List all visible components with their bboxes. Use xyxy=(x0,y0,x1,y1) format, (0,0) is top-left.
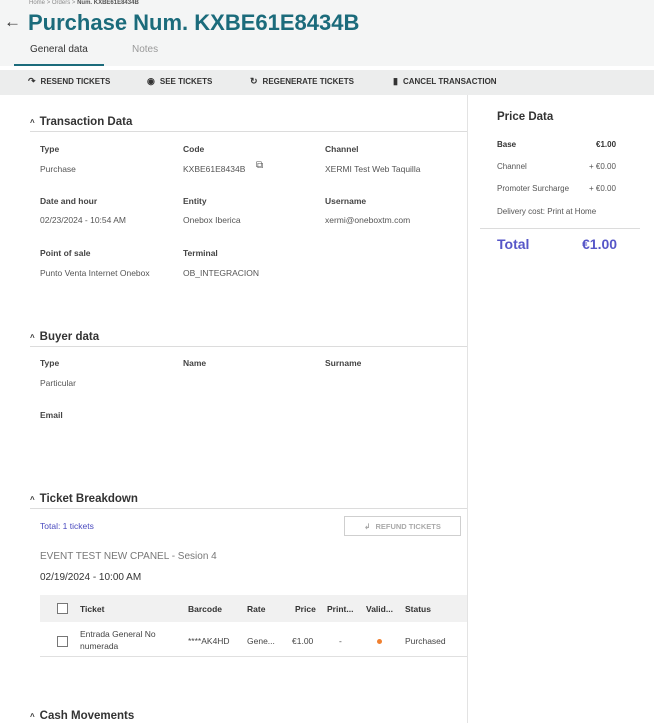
channel-price-value: + €0.00 xyxy=(589,162,616,171)
ticket-barcode: ****AK4HD xyxy=(188,636,230,646)
resend-icon: ↷ xyxy=(28,76,36,86)
column-header[interactable]: Barcode xyxy=(188,604,222,614)
tab-general-data[interactable]: General data xyxy=(30,44,88,55)
column-header[interactable]: Price xyxy=(295,604,316,614)
trash-icon: ▮ xyxy=(393,76,398,86)
entity-value: Onebox Iberica xyxy=(183,215,241,225)
active-tab-indicator xyxy=(14,64,104,66)
breadcrumb: Home > Orders > Num. KXBE61E8434B xyxy=(29,0,139,6)
divider xyxy=(30,508,467,509)
buyer-surname-label: Surname xyxy=(325,358,362,368)
type-label: Type xyxy=(40,144,60,154)
resend-tickets-label: RESEND TICKETS xyxy=(40,77,111,86)
actions-toolbar: ↷ RESEND TICKETS ◉ SEE TICKETS ↻ REGENER… xyxy=(0,70,654,95)
column-header[interactable]: Valid... xyxy=(366,604,393,614)
see-tickets-button[interactable]: ◉ SEE TICKETS xyxy=(147,76,212,87)
promoter-value: + €0.00 xyxy=(589,184,616,193)
chevron-up-icon: ^ xyxy=(30,333,35,342)
ticket-name-line2: numerada xyxy=(80,641,119,651)
breadcrumb-separator: > xyxy=(71,0,76,6)
ticket-name-line1: Entrada General No xyxy=(80,629,156,639)
transaction-data-header[interactable]: ^ Transaction Data xyxy=(30,116,132,128)
select-all-checkbox[interactable] xyxy=(57,603,68,614)
regenerate-tickets-label: REGENERATE TICKETS xyxy=(262,77,354,86)
buyer-name-label: Name xyxy=(183,358,207,368)
breadcrumb-home[interactable]: Home xyxy=(29,0,45,6)
username-label: Username xyxy=(325,196,367,206)
code-value: KXBE61E8434B xyxy=(183,164,246,174)
chevron-up-icon: ^ xyxy=(30,118,35,127)
breadcrumb-separator: > xyxy=(46,0,51,6)
terminal-label: Terminal xyxy=(183,248,218,258)
divider xyxy=(480,228,640,229)
delivery-cost: Delivery cost: Print at Home xyxy=(497,207,597,216)
refresh-icon: ↻ xyxy=(250,76,258,86)
channel-label: Channel xyxy=(325,144,359,154)
buyer-type-label: Type xyxy=(40,358,60,368)
copy-icon[interactable]: ⧉ xyxy=(256,160,263,171)
divider xyxy=(30,346,467,347)
breadcrumb-current: Num. KXBE61E8434B xyxy=(77,0,139,6)
refund-tickets-label: REFUND TICKETS xyxy=(375,521,441,531)
regenerate-tickets-button[interactable]: ↻ REGENERATE TICKETS xyxy=(250,76,354,87)
promoter-label: Promoter Surcharge xyxy=(497,184,570,193)
cancel-transaction-label: CANCEL TRANSACTION xyxy=(402,77,497,86)
section-title: Transaction Data xyxy=(39,116,133,128)
column-header[interactable]: Print... xyxy=(327,604,353,614)
column-header[interactable]: Ticket xyxy=(80,604,104,614)
section-title: Ticket Breakdown xyxy=(39,493,138,505)
buyer-type-value: Particular xyxy=(40,378,76,388)
price-data-title: Price Data xyxy=(497,111,554,123)
total-value: €1.00 xyxy=(582,236,618,252)
tab-notes[interactable]: Notes xyxy=(132,44,158,55)
cash-movements-header[interactable]: ^ Cash Movements xyxy=(30,710,134,722)
see-tickets-label: SEE TICKETS xyxy=(159,77,213,86)
refund-icon: ↲ xyxy=(364,521,371,531)
page-title: Purchase Num. KXBE61E8434B xyxy=(28,10,360,35)
row-divider xyxy=(40,656,467,657)
column-header[interactable]: Status xyxy=(405,604,431,614)
breadcrumb-orders[interactable]: Orders xyxy=(52,0,70,6)
total-label: Total xyxy=(497,236,530,252)
base-label: Base xyxy=(497,140,517,149)
section-title: Buyer data xyxy=(39,331,100,343)
buyer-email-label: Email xyxy=(40,410,63,420)
buyer-data-header[interactable]: ^ Buyer data xyxy=(30,331,99,343)
ticket-print: - xyxy=(339,636,342,646)
resend-tickets-button[interactable]: ↷ RESEND TICKETS xyxy=(28,76,110,87)
base-value: €1.00 xyxy=(596,140,617,149)
event-name: EVENT TEST NEW CPANEL - Sesion 4 xyxy=(40,551,217,562)
eye-icon: ◉ xyxy=(147,76,155,86)
ticket-rate: Gene... xyxy=(247,636,275,646)
column-header[interactable]: Rate xyxy=(247,604,265,614)
username-value: xermi@oneboxtm.com xyxy=(325,215,411,225)
valid-status-dot xyxy=(377,639,382,644)
ticket-status: Purchased xyxy=(405,636,446,646)
type-value: Purchase xyxy=(40,164,76,174)
section-title: Cash Movements xyxy=(39,710,135,722)
date-value: 02/23/2024 - 10:54 AM xyxy=(40,215,127,225)
pos-value: Punto Venta Internet Onebox xyxy=(40,268,150,278)
ticket-breakdown-header[interactable]: ^ Ticket Breakdown xyxy=(30,493,138,505)
chevron-up-icon: ^ xyxy=(30,712,35,721)
row-checkbox[interactable] xyxy=(57,636,68,647)
channel-value: XERMI Test Web Taquilla xyxy=(325,164,421,174)
code-label: Code xyxy=(183,144,205,154)
total-tickets-link[interactable]: Total: 1 tickets xyxy=(40,521,94,531)
pos-label: Point of sale xyxy=(40,248,91,258)
date-label: Date and hour xyxy=(40,196,98,206)
channel-price-label: Channel xyxy=(497,162,527,171)
chevron-up-icon: ^ xyxy=(30,495,35,504)
back-arrow-icon[interactable]: ← xyxy=(4,12,21,32)
cancel-transaction-button[interactable]: ▮ CANCEL TRANSACTION xyxy=(393,76,497,87)
refund-tickets-button[interactable]: ↲ REFUND TICKETS xyxy=(344,516,461,536)
terminal-value: OB_INTEGRACION xyxy=(183,268,260,278)
ticket-price: €1.00 xyxy=(292,636,314,646)
entity-label: Entity xyxy=(183,196,207,206)
session-date: 02/19/2024 - 10:00 AM xyxy=(40,572,142,583)
divider xyxy=(30,131,467,132)
